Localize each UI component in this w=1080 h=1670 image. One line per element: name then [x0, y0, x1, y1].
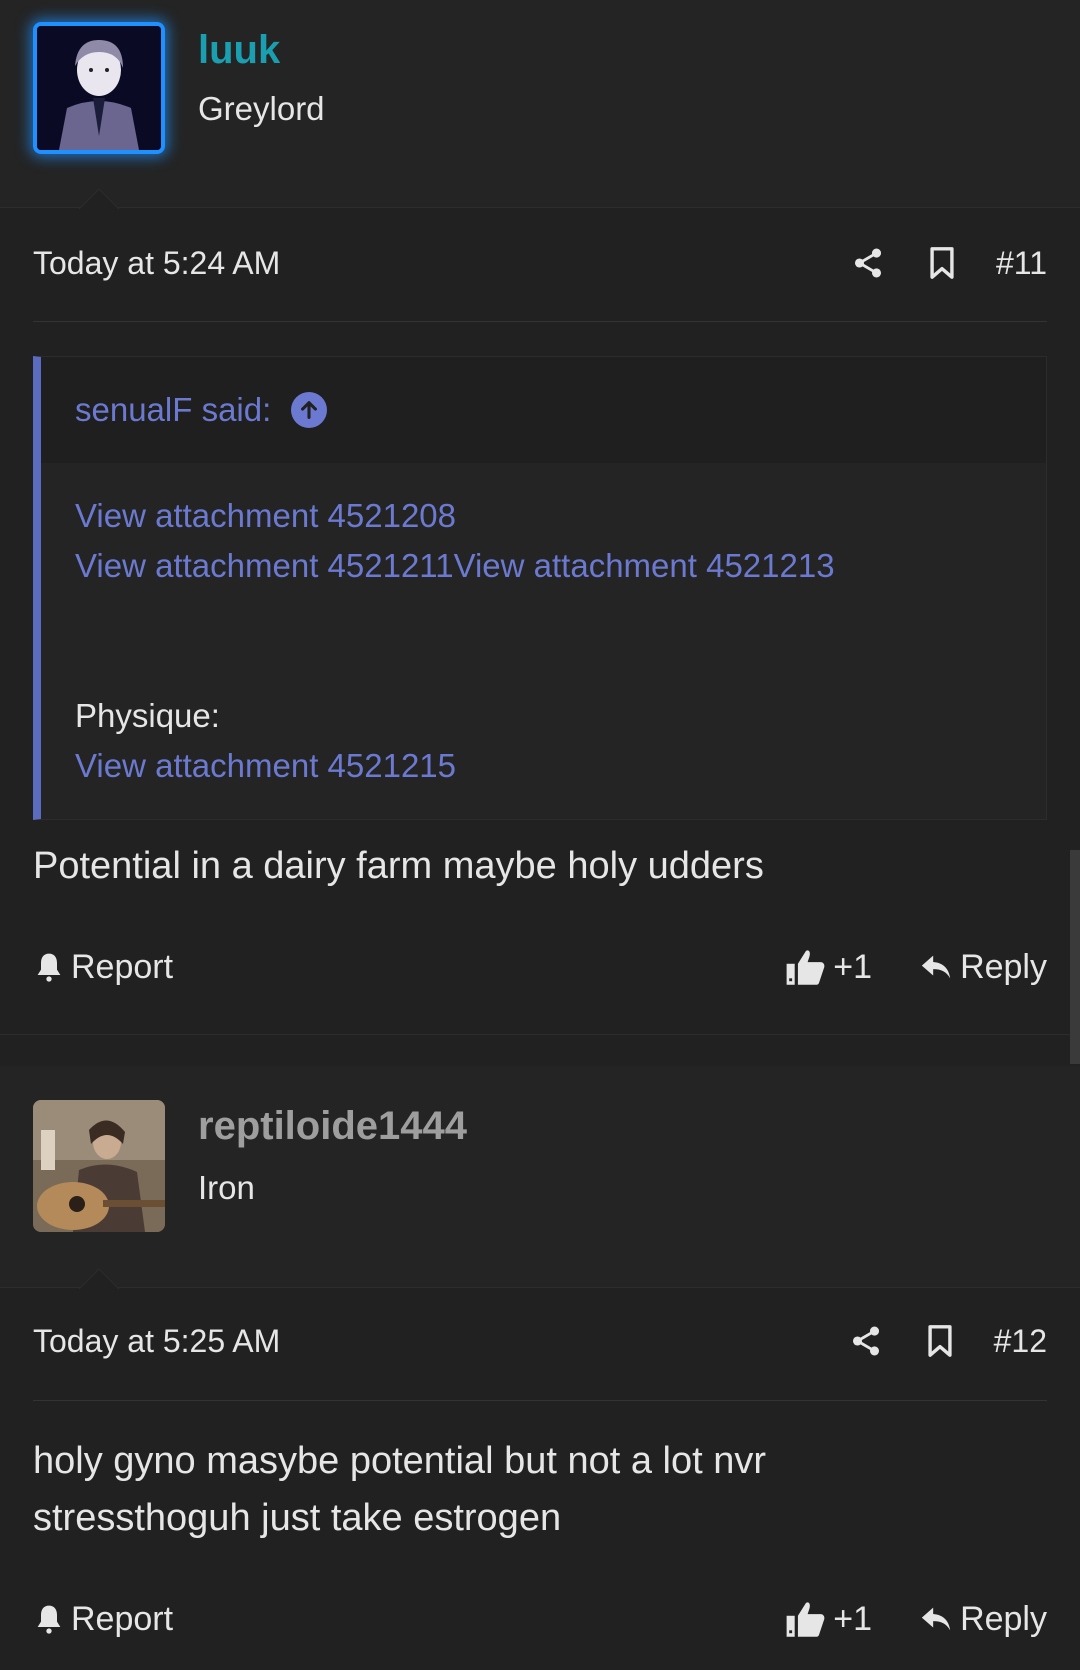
report-label: Report [71, 1599, 174, 1638]
like-count: +1 [833, 1599, 873, 1638]
quote-author[interactable]: senualF said: [75, 391, 271, 429]
quote-body: View attachment 4521208 View attachment … [41, 463, 1046, 791]
post-12-meta: Today at 5:25 AM #12 [33, 1311, 1047, 1371]
attachment-link[interactable]: View attachment 4521215 [75, 747, 456, 784]
post-11-user-header: luuk Greylord [0, 0, 1080, 208]
share-icon[interactable] [846, 1321, 886, 1361]
reply-label: Reply [960, 1599, 1047, 1638]
post-12-text: holy gyno masybe potential but not a lot… [33, 1433, 766, 1547]
like-button[interactable]: +1 [785, 947, 872, 987]
bookmark-icon[interactable] [922, 243, 962, 283]
like-count: +1 [833, 947, 873, 986]
attachment-link[interactable]: View attachment 4521211 [75, 547, 454, 584]
thumbs-up-icon [786, 950, 825, 985]
report-button[interactable]: Report [33, 1600, 173, 1639]
post-timestamp[interactable]: Today at 5:25 AM [33, 1323, 812, 1360]
report-label: Report [71, 947, 174, 986]
avatar-luuk[interactable] [33, 22, 165, 154]
attachment-link[interactable]: View attachment 4521208 [75, 497, 456, 534]
post-12-actions: Report +1 Reply [33, 1589, 1047, 1649]
post-text-line: stressthoguh just take estrogen [33, 1497, 562, 1539]
post-11-text: Potential in a dairy farm maybe holy udd… [33, 845, 764, 887]
like-button[interactable]: +1 [785, 1599, 872, 1639]
quote-block: senualF said: View attachment 4521208 Vi… [33, 356, 1047, 820]
thumbs-up-icon [786, 1602, 825, 1637]
thread-page: luuk Greylord Today at 5:24 AM #11 senua… [0, 0, 1080, 1670]
post-text-line: holy gyno masybe potential but not a lot… [33, 1440, 767, 1482]
reply-icon [921, 1607, 951, 1631]
header-caret [76, 1267, 120, 1289]
reply-label: Reply [960, 947, 1047, 986]
avatar-reptiloide1444[interactable] [33, 1100, 165, 1232]
post-11-meta: Today at 5:24 AM #11 [33, 233, 1047, 293]
arrow-up-circle-icon[interactable] [291, 392, 328, 428]
bell-icon [37, 1605, 61, 1634]
username-luuk[interactable]: luuk [198, 28, 280, 73]
quote-label: Physique: [75, 697, 220, 734]
bell-icon [37, 953, 61, 982]
reply-button[interactable]: Reply [918, 948, 1047, 987]
user-title: Iron [198, 1169, 255, 1206]
bookmark-icon[interactable] [920, 1321, 960, 1361]
user-title: Greylord [198, 90, 325, 127]
report-button[interactable]: Report [33, 948, 173, 987]
post-11-actions: Report +1 Reply [33, 937, 1047, 997]
post-timestamp[interactable]: Today at 5:24 AM [33, 245, 814, 282]
attachment-link[interactable]: View attachment 4521213 [454, 547, 835, 584]
reply-icon [921, 955, 951, 979]
header-caret [76, 187, 120, 209]
username-reptiloide1444[interactable]: reptiloide1444 [198, 1104, 467, 1149]
post-number[interactable]: #12 [994, 1323, 1047, 1360]
post-number[interactable]: #11 [996, 245, 1047, 282]
scrollbar[interactable] [1070, 850, 1080, 1064]
reply-button[interactable]: Reply [918, 1600, 1047, 1639]
share-icon[interactable] [848, 243, 888, 283]
quote-header: senualF said: [41, 357, 1046, 463]
